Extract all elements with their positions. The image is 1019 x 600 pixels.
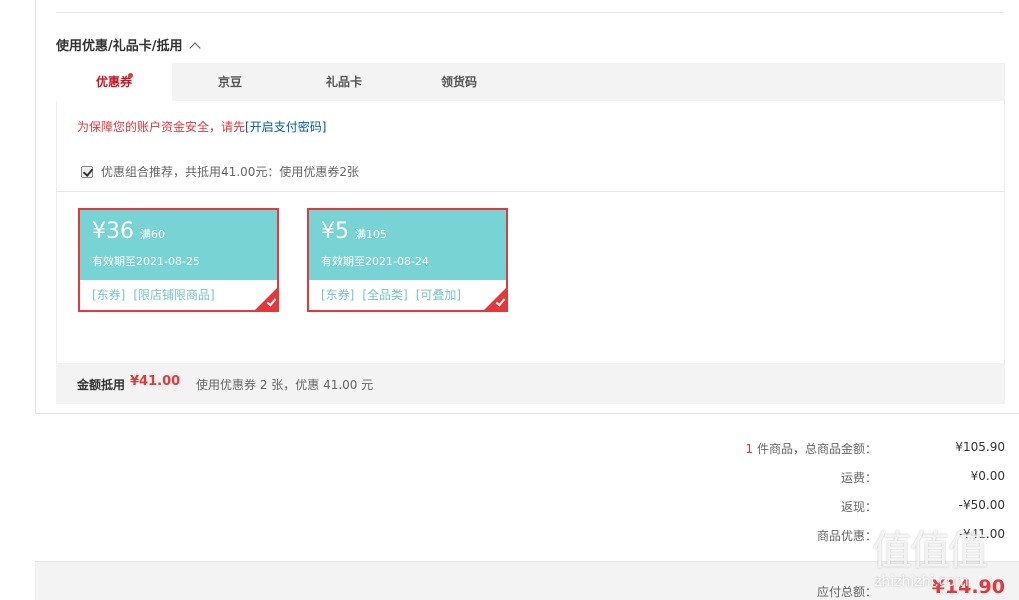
section-bottom-border — [35, 413, 1019, 414]
summary-label: 金额抵用 — [77, 378, 126, 392]
tab-label: 领货码 — [440, 75, 477, 89]
goods-total-row: 1 件商品，总商品金额： ¥105.90 — [605, 440, 1005, 460]
coupon-card[interactable]: ¥36 满60 有效期至2021-08-25 [东券] [限店铺限商品] — [78, 208, 279, 312]
tab-gift-card[interactable]: 礼品卡 — [286, 63, 402, 101]
shipping-value: ¥0.00 — [970, 469, 1005, 483]
section-title[interactable]: 使用优惠/礼品卡/抵用 — [56, 35, 201, 54]
coupon-validity: 有效期至2021-08-25 — [92, 255, 200, 268]
shipping-row: 运费： ¥0.00 — [605, 469, 1005, 489]
tabs-bar: 优惠券 京豆 礼品卡 领货码 — [56, 63, 1005, 101]
panel-divider — [56, 191, 1005, 192]
coupon-value: ¥36 — [92, 219, 134, 244]
tab-jingdou[interactable]: 京豆 — [172, 63, 288, 101]
coupon-condition: 满60 — [140, 228, 165, 241]
coupon-value: ¥5 — [321, 219, 349, 244]
discount-value: -¥41.00 — [958, 527, 1005, 541]
tab-label: 礼品卡 — [325, 75, 362, 89]
coupon-tag: [限店铺限商品] — [133, 288, 215, 302]
security-text: 为保障您的账户资金安全，请先 — [77, 120, 246, 134]
coupon-validity: 有效期至2021-08-24 — [321, 255, 429, 268]
tab-label: 优惠券 — [95, 75, 132, 89]
coupon-header: ¥5 满105 有效期至2021-08-24 — [309, 210, 506, 280]
section-title-text: 使用优惠/礼品卡/抵用 — [56, 39, 183, 54]
coupon-card[interactable]: ¥5 满105 有效期至2021-08-24 [东券] [全品类] [可叠加] — [307, 208, 508, 312]
coupon-tag: [东券] — [321, 288, 355, 302]
payable-amount: ¥14.90 — [931, 576, 1005, 598]
top-divider — [56, 12, 1003, 13]
discount-label: 商品优惠： — [816, 529, 877, 543]
enable-pay-password-link[interactable]: [开启支付密码] — [245, 120, 326, 134]
outer-left-border — [35, 0, 36, 414]
discount-row: 商品优惠： -¥41.00 — [605, 527, 1005, 547]
cashback-row: 返现： -¥50.00 — [605, 498, 1005, 518]
security-message: 为保障您的账户资金安全，请先[开启支付密码] — [77, 118, 326, 135]
payable-bar: 应付总额： ¥14.90 — [35, 561, 1019, 600]
coupon-amount: ¥36 满60 — [92, 218, 277, 249]
combo-label: 优惠组合推荐，共抵用41.00元：使用优惠券2张 — [101, 165, 359, 179]
tab-label: 京豆 — [217, 75, 242, 89]
cashback-label: 返现： — [840, 500, 877, 514]
chevron-up-icon[interactable] — [188, 42, 201, 54]
deduction-summary: 金额抵用 ¥41.00 使用优惠券 2 张，优惠 41.00 元 — [56, 363, 1005, 404]
coupon-amount: ¥5 满105 — [321, 218, 506, 249]
goods-label-text: 件商品，总商品金额： — [753, 442, 877, 456]
notification-dot-icon — [128, 73, 133, 78]
tab-coupons[interactable]: 优惠券 — [56, 63, 172, 101]
coupon-tags: [东券] [全品类] [可叠加] — [309, 280, 506, 303]
payable-label: 应付总额： — [816, 585, 877, 599]
combo-recommendation: 优惠组合推荐，共抵用41.00元：使用优惠券2张 — [81, 163, 359, 180]
summary-description: 使用优惠券 2 张，优惠 41.00 元 — [196, 378, 374, 392]
summary-amount: ¥41.00 — [130, 374, 181, 389]
tab-redeem-code[interactable]: 领货码 — [401, 63, 517, 101]
goods-total-label: 1 件商品，总商品金额： — [746, 440, 877, 457]
combo-checkbox[interactable] — [81, 165, 93, 178]
coupon-condition: 满105 — [355, 228, 387, 241]
coupon-tag: [全品类] — [362, 288, 408, 302]
coupon-tag: [可叠加] — [415, 288, 462, 302]
cashback-value: -¥50.00 — [958, 498, 1005, 512]
coupon-tags: [东券] [限店铺限商品] — [80, 280, 277, 303]
goods-total-value: ¥105.90 — [955, 440, 1005, 454]
coupon-header: ¥36 满60 有效期至2021-08-25 — [80, 210, 277, 280]
shipping-label: 运费： — [840, 471, 877, 485]
coupon-tag: [东券] — [92, 288, 126, 302]
